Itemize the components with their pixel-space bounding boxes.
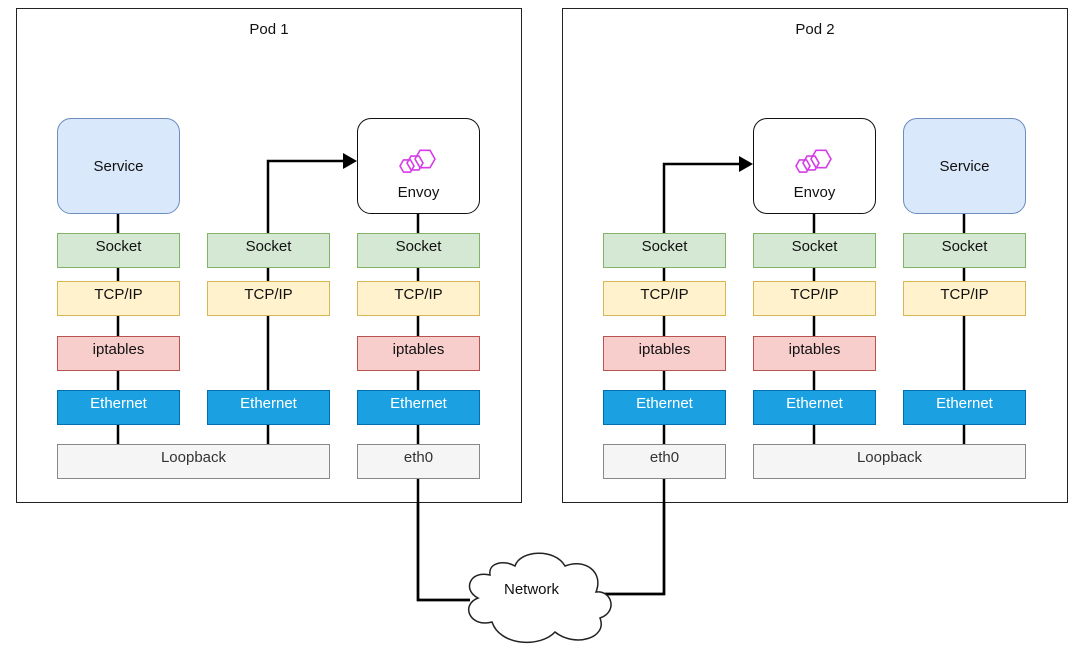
pod-title: Pod 2 (795, 21, 835, 38)
socket-layer[interactable]: Socket (57, 233, 180, 268)
ethernet-layer[interactable]: Ethernet (207, 390, 330, 425)
ethernet-layer[interactable]: Ethernet (603, 390, 726, 425)
envoy-box[interactable]: Envoy (357, 118, 480, 214)
envoy-hexagons-icon (794, 149, 832, 173)
ethernet-layer[interactable]: Ethernet (357, 390, 480, 425)
tcpip-layer[interactable]: TCP/IP (603, 281, 726, 316)
socket-layer[interactable]: Socket (207, 233, 330, 268)
service-label: Service (939, 157, 990, 175)
iptables-layer[interactable]: iptables (603, 336, 726, 371)
tcpip-layer[interactable]: TCP/IP (57, 281, 180, 316)
ethernet-layer[interactable]: Ethernet (57, 390, 180, 425)
network-label: Network (504, 581, 560, 598)
service-label: Service (93, 157, 144, 175)
tcpip-layer[interactable]: TCP/IP (753, 281, 876, 316)
loopback-interface[interactable]: Loopback (753, 444, 1026, 479)
envoy-hexagons-icon (398, 149, 436, 173)
eth0-interface[interactable]: eth0 (603, 444, 726, 479)
tcpip-layer[interactable]: TCP/IP (357, 281, 480, 316)
iptables-layer[interactable]: iptables (357, 336, 480, 371)
envoy-box[interactable]: Envoy (753, 118, 876, 214)
socket-layer[interactable]: Socket (357, 233, 480, 268)
ethernet-layer[interactable]: Ethernet (903, 390, 1026, 425)
ethernet-layer[interactable]: Ethernet (753, 390, 876, 425)
envoy-label: Envoy (793, 183, 836, 201)
iptables-layer[interactable]: iptables (753, 336, 876, 371)
iptables-layer[interactable]: iptables (57, 336, 180, 371)
socket-layer[interactable]: Socket (753, 233, 876, 268)
service-box[interactable]: Service (57, 118, 180, 214)
envoy-label: Envoy (397, 183, 440, 201)
socket-layer[interactable]: Socket (603, 233, 726, 268)
service-box[interactable]: Service (903, 118, 1026, 214)
pod-title: Pod 1 (249, 21, 289, 38)
tcpip-layer[interactable]: TCP/IP (903, 281, 1026, 316)
eth0-interface[interactable]: eth0 (357, 444, 480, 479)
loopback-interface[interactable]: Loopback (57, 444, 330, 479)
tcpip-layer[interactable]: TCP/IP (207, 281, 330, 316)
socket-layer[interactable]: Socket (903, 233, 1026, 268)
